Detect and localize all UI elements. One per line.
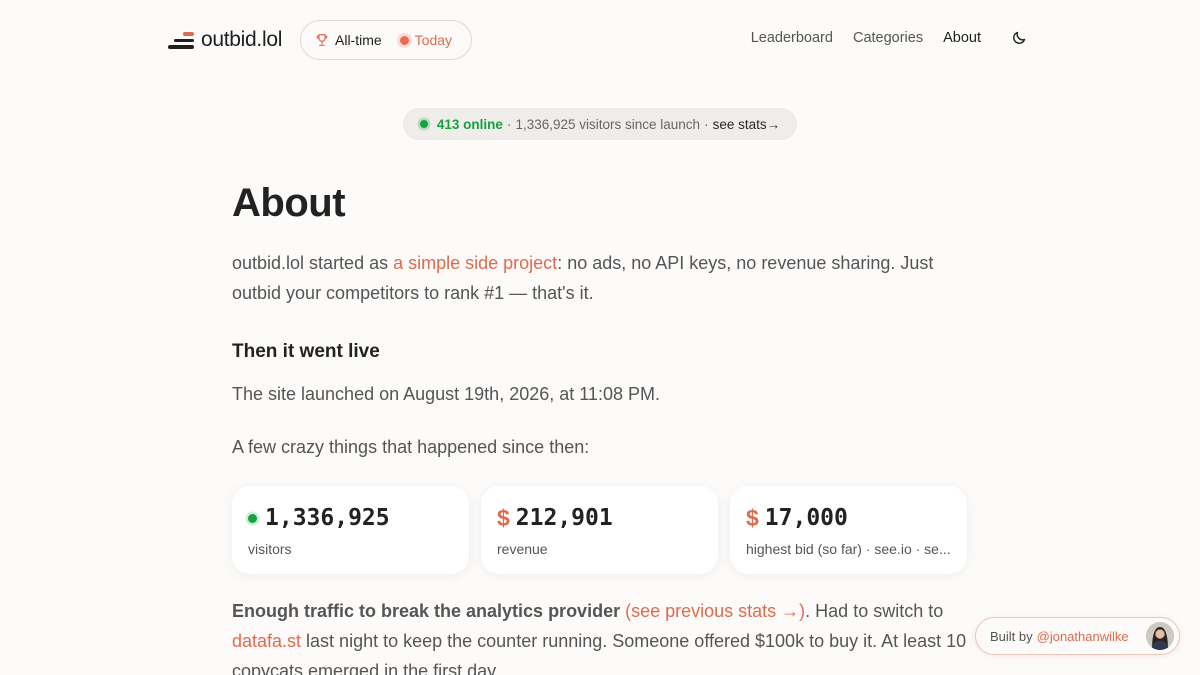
time-range-toggle: All-time Today	[300, 20, 472, 60]
previous-stats-link[interactable]: (see previous stats →)	[625, 601, 805, 621]
nav-leaderboard[interactable]: Leaderboard	[751, 30, 833, 46]
stat-number: 1,336,925	[265, 505, 390, 531]
traffic-text: last night to keep the counter running. …	[232, 631, 967, 675]
nav-categories[interactable]: Categories	[853, 30, 923, 46]
moon-icon[interactable]	[1011, 30, 1027, 46]
stat-card-highest-bid[interactable]: $ 17,000 highest bid (so far) · see.io ·…	[730, 486, 967, 574]
stat-number: 17,000	[764, 505, 848, 531]
traffic-text: . Had to switch to	[805, 601, 944, 621]
toggle-today[interactable]: Today	[399, 32, 453, 48]
toggle-today-label: Today	[414, 32, 453, 48]
main-nav: Leaderboard Categories About	[751, 30, 1027, 46]
page-title: About	[232, 181, 346, 225]
online-dot-icon	[248, 513, 257, 523]
stat-card-visitors: 1,336,925 visitors	[232, 486, 469, 574]
logo[interactable]: outbid.lol	[168, 28, 282, 52]
crazy-things-paragraph: A few crazy things that happened since t…	[232, 437, 590, 457]
stat-value: $ 212,901	[497, 504, 702, 532]
dollar-sign: $	[497, 504, 510, 531]
side-project-link[interactable]: a simple side project	[393, 253, 557, 273]
built-by-label: Built by	[990, 628, 1033, 644]
intro-text: outbid.lol started as	[232, 253, 394, 273]
logo-text: outbid.lol	[201, 28, 283, 51]
stat-value: 1,336,925	[248, 505, 453, 531]
separator: ·	[704, 116, 709, 132]
online-dot-icon	[419, 120, 428, 128]
separator: ·	[506, 116, 512, 132]
intro-paragraph: outbid.lol started as a simple side proj…	[232, 248, 968, 308]
stat-label: revenue	[497, 541, 548, 557]
dollar-sign: $	[746, 504, 759, 531]
stats-pill: 413 online · 1,336,925 visitors since la…	[403, 108, 797, 140]
stat-value: $ 17,000	[746, 504, 951, 532]
online-count: 413 online	[436, 116, 503, 132]
stat-card-revenue: $ 212,901 revenue	[481, 486, 718, 574]
live-dot-icon	[399, 35, 409, 45]
trophy-icon	[316, 34, 328, 46]
traffic-paragraph: Enough traffic to break the analytics pr…	[232, 596, 968, 675]
site-header: outbid.lol All-time Today Leaderboard Ca…	[0, 0, 1200, 80]
toggle-alltime-label: All-time	[335, 32, 382, 48]
about-content: About outbid.lol started as a simple sid…	[232, 176, 968, 675]
stat-label: highest bid (so far) · see.io · se...	[746, 541, 951, 557]
stat-label: visitors	[248, 541, 292, 557]
nav-about[interactable]: About	[943, 30, 981, 46]
launch-paragraph: The site launched on August 19th, 2026, …	[232, 384, 660, 404]
avatar	[1146, 622, 1174, 650]
stat-cards: 1,336,925 visitors $ 212,901 revenue $ 1…	[232, 486, 967, 574]
datafast-link[interactable]: datafa.st	[232, 631, 301, 651]
section-heading: Then it went live	[232, 341, 380, 362]
logo-bars-icon	[168, 30, 194, 50]
traffic-bold-text: Enough traffic to break the analytics pr…	[232, 601, 621, 621]
built-by-badge[interactable]: Built by @jonathanwilke	[975, 617, 1180, 655]
visitors-count: 1,336,925 visitors since launch	[515, 116, 701, 132]
toggle-alltime[interactable]: All-time	[315, 32, 382, 48]
stat-number: 212,901	[515, 505, 613, 531]
author-handle-link[interactable]: @jonathanwilke	[1037, 629, 1129, 644]
see-stats-link[interactable]: see stats→	[713, 117, 781, 132]
